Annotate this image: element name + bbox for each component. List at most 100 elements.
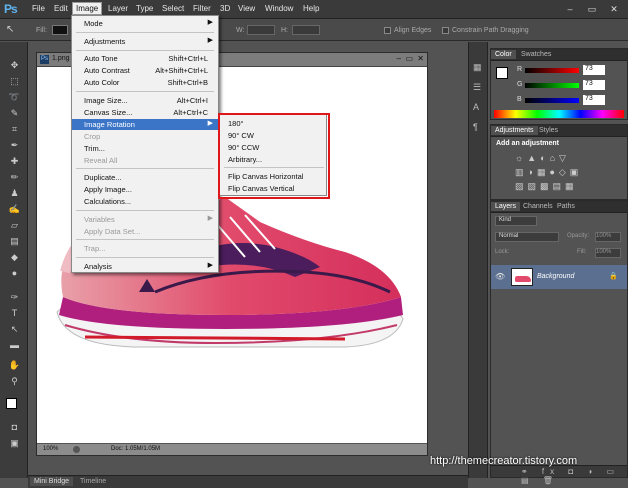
doc-close-icon[interactable]: ✕ xyxy=(417,54,424,63)
crop-tool-icon[interactable]: ⌗ xyxy=(8,124,21,135)
healing-brush-tool-icon[interactable]: ✚ xyxy=(8,156,21,167)
menu-window[interactable]: Window xyxy=(265,4,293,13)
foreground-color-box[interactable] xyxy=(496,67,508,79)
menu-item-image-rotation[interactable]: Image Rotation ▶ xyxy=(72,119,218,130)
blend-mode-select[interactable]: Normal xyxy=(495,232,559,242)
adjustment-icons-row-3[interactable]: ▨▧▩▤▦ xyxy=(515,181,578,192)
tab-adjustments[interactable]: Adjustments xyxy=(491,126,538,135)
menu-item-mode[interactable]: Mode ▶ xyxy=(72,18,218,29)
quick-select-tool-icon[interactable]: ✎ xyxy=(8,108,21,119)
green-value[interactable]: 73 xyxy=(583,80,605,90)
red-slider[interactable] xyxy=(525,68,579,73)
menu-select[interactable]: Select xyxy=(162,4,184,13)
menu-item-auto-color[interactable]: Auto Color Shift+Ctrl+B xyxy=(72,77,218,88)
tab-channels[interactable]: Channels xyxy=(519,202,557,211)
menu-item-calculations[interactable]: Calculations... xyxy=(72,196,218,207)
menu-image[interactable]: Image xyxy=(72,2,103,15)
adjustment-icons-row-1[interactable]: ☼▲◐⌂▽ xyxy=(515,153,570,164)
menu-separator xyxy=(76,32,214,33)
doc-maximize-icon[interactable]: ▭ xyxy=(405,54,413,63)
menu-layer[interactable]: Layer xyxy=(108,4,128,13)
gradient-tool-icon[interactable]: ▤ xyxy=(8,236,21,247)
status-menu-icon[interactable] xyxy=(73,446,80,453)
shape-tool-icon[interactable]: ▬ xyxy=(8,340,21,351)
eye-icon[interactable]: 👁 xyxy=(495,272,505,281)
type-tool-icon[interactable]: T xyxy=(8,308,21,319)
menu-edit[interactable]: Edit xyxy=(54,4,68,13)
brush-tool-icon[interactable]: ✏ xyxy=(8,172,21,183)
menu-item-trim[interactable]: Trim... xyxy=(72,143,218,154)
move-tool-icon[interactable]: ✥ xyxy=(8,60,21,71)
kind-label: Kind xyxy=(499,217,512,223)
paragraph-panel-icon[interactable]: ¶ xyxy=(473,122,484,132)
zoom-level[interactable]: 100% xyxy=(43,446,58,452)
blue-slider[interactable] xyxy=(525,98,579,103)
tab-color[interactable]: Color xyxy=(491,50,516,59)
width-field[interactable] xyxy=(247,25,275,35)
history-panel-icon[interactable]: ▦ xyxy=(473,62,484,72)
fill-swatch[interactable] xyxy=(52,25,68,35)
eyedropper-tool-icon[interactable]: ✒ xyxy=(8,140,21,151)
lock-label: Lock: xyxy=(495,249,510,255)
blue-value[interactable]: 73 xyxy=(583,95,605,105)
color-spectrum[interactable] xyxy=(494,110,624,118)
properties-panel-icon[interactable]: ☰ xyxy=(473,82,484,92)
zoom-tool-icon[interactable]: ⚲ xyxy=(8,376,21,387)
menu-3d[interactable]: 3D xyxy=(220,4,230,13)
clone-stamp-tool-icon[interactable]: ♟ xyxy=(8,188,21,199)
constrain-path-checkbox[interactable] xyxy=(442,27,449,34)
layer-action-icons[interactable]: ⚭ fx ◘ ◑ ▭ ▤ 🗑 xyxy=(521,467,627,485)
eraser-tool-icon[interactable]: ▱ xyxy=(8,220,21,231)
lasso-tool-icon[interactable]: ➰ xyxy=(8,92,21,103)
highlight-box xyxy=(218,113,330,199)
menu-item-apply-data-set: Apply Data Set... xyxy=(84,227,141,236)
menu-item-duplicate[interactable]: Duplicate... xyxy=(72,172,218,183)
dodge-tool-icon[interactable]: ● xyxy=(8,268,21,279)
menu-help[interactable]: Help xyxy=(303,4,319,13)
hand-tool-icon[interactable]: ✋ xyxy=(8,360,21,371)
adjustment-icons-row-2[interactable]: ▥◑▦●◇▣ xyxy=(515,167,582,178)
screen-mode-icon[interactable]: ▣ xyxy=(8,438,21,449)
menu-item-auto-contrast[interactable]: Auto Contrast Alt+Shift+Ctrl+L xyxy=(72,65,218,76)
red-value[interactable]: 73 xyxy=(583,65,605,75)
minimize-icon[interactable]: – xyxy=(560,2,580,16)
menu-item-canvas-size[interactable]: Canvas Size... Alt+Ctrl+C xyxy=(72,107,218,118)
tab-timeline[interactable]: Timeline xyxy=(76,477,110,486)
menu-separator xyxy=(76,91,214,92)
green-slider[interactable] xyxy=(525,83,579,88)
menu-filter[interactable]: Filter xyxy=(193,4,211,13)
tab-mini-bridge[interactable]: Mini Bridge xyxy=(30,477,74,486)
menu-item-apply-image[interactable]: Apply Image... xyxy=(72,184,218,195)
menu-item-analysis[interactable]: Analysis ▶ xyxy=(72,261,218,272)
quick-mask-icon[interactable]: ◘ xyxy=(8,422,21,433)
path-select-tool-icon[interactable]: ↖ xyxy=(6,24,20,36)
layer-row-background[interactable]: 👁 Background 🔒 xyxy=(491,265,627,289)
layer-name: Background xyxy=(537,273,575,280)
tab-layers[interactable]: Layers xyxy=(491,202,521,211)
history-brush-tool-icon[interactable]: ✍ xyxy=(8,204,21,215)
menu-view[interactable]: View xyxy=(238,4,255,13)
opacity-field[interactable]: 100% xyxy=(595,232,621,242)
tab-swatches[interactable]: Swatches xyxy=(517,50,555,59)
blur-tool-icon[interactable]: ◆ xyxy=(8,252,21,263)
submenu-arrow-icon: ▶ xyxy=(207,120,213,127)
pen-tool-icon[interactable]: ✑ xyxy=(8,292,21,303)
doc-minimize-icon[interactable]: – xyxy=(397,54,401,63)
path-selection-tool-icon[interactable]: ↖ xyxy=(8,324,21,335)
tab-styles[interactable]: Styles xyxy=(535,126,562,135)
foreground-color-swatch[interactable] xyxy=(6,398,17,409)
menu-file[interactable]: File xyxy=(32,4,45,13)
menu-item-adjustments[interactable]: Adjustments ▶ xyxy=(72,36,218,47)
character-panel-icon[interactable]: A xyxy=(473,102,484,112)
tab-paths[interactable]: Paths xyxy=(553,202,579,211)
layer-kind-filter[interactable]: Kind xyxy=(495,216,537,226)
marquee-tool-icon[interactable]: ⬚ xyxy=(8,76,21,87)
menu-type[interactable]: Type xyxy=(136,4,153,13)
close-icon[interactable]: ✕ xyxy=(604,2,624,16)
menu-item-auto-tone[interactable]: Auto Tone Shift+Ctrl+L xyxy=(72,53,218,64)
fill-field[interactable]: 100% xyxy=(595,248,621,258)
align-edges-checkbox[interactable] xyxy=(384,27,391,34)
maximize-icon[interactable]: ▭ xyxy=(582,2,602,16)
height-field[interactable] xyxy=(292,25,320,35)
menu-item-image-size[interactable]: Image Size... Alt+Ctrl+I xyxy=(72,95,218,106)
